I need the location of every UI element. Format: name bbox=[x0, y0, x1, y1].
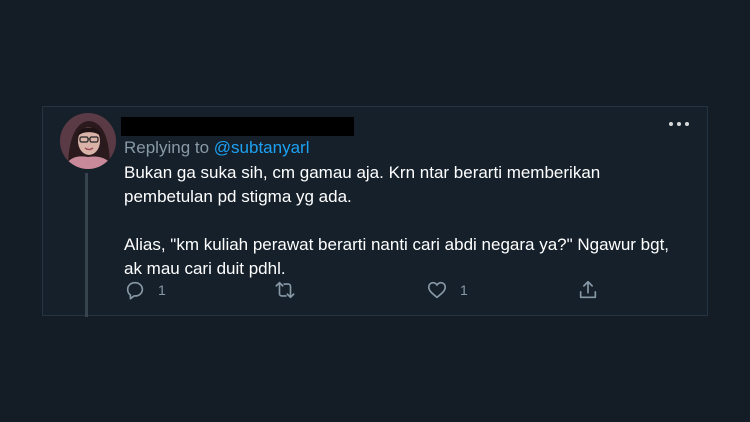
redacted-username bbox=[121, 117, 354, 136]
thread-line bbox=[85, 173, 88, 317]
tweet-card[interactable]: Replying to @subtanyarl Bukan ga suka si… bbox=[42, 106, 708, 317]
retweet-icon bbox=[275, 281, 295, 299]
more-icon[interactable] bbox=[669, 117, 689, 131]
tweet-text: Bukan ga suka sih, cm gamau aja. Krn nta… bbox=[124, 161, 684, 281]
tweet-paragraph-2: Alias, "km kuliah perawat berarti nanti … bbox=[124, 235, 670, 278]
dot bbox=[677, 122, 681, 126]
heart-icon bbox=[427, 281, 447, 299]
reply-count: 1 bbox=[158, 282, 166, 298]
action-bar: 1 1 bbox=[124, 277, 604, 303]
like-button[interactable]: 1 bbox=[426, 277, 468, 303]
retweet-button[interactable] bbox=[274, 277, 308, 303]
replying-to: Replying to @subtanyarl bbox=[124, 138, 309, 158]
avatar-image bbox=[60, 113, 116, 169]
share-button[interactable] bbox=[577, 277, 599, 303]
tweet-paragraph-1: Bukan ga suka sih, cm gamau aja. Krn nta… bbox=[124, 163, 601, 206]
like-count: 1 bbox=[460, 282, 468, 298]
reply-button[interactable]: 1 bbox=[124, 277, 166, 303]
dot bbox=[669, 122, 673, 126]
share-icon bbox=[579, 280, 597, 299]
replying-prefix: Replying to bbox=[124, 138, 214, 157]
reply-icon bbox=[126, 281, 144, 300]
dot bbox=[685, 122, 689, 126]
replying-handle-link[interactable]: @subtanyarl bbox=[214, 138, 310, 157]
avatar[interactable] bbox=[60, 113, 116, 169]
